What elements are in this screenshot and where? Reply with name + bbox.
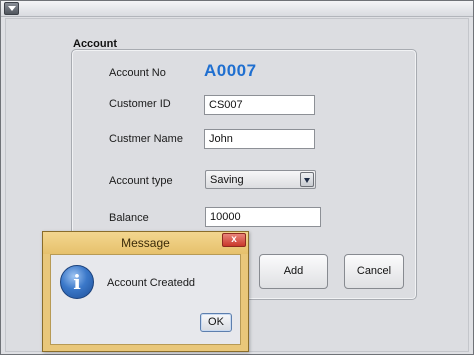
chevron-down-icon: [304, 178, 310, 183]
dialog-title: Message: [121, 236, 170, 250]
combo-arrow-button[interactable]: [300, 172, 314, 187]
account-no-label: Account No: [109, 67, 166, 79]
ok-button[interactable]: OK: [200, 313, 232, 332]
customer-name-field[interactable]: John: [204, 129, 315, 149]
close-icon[interactable]: x: [222, 233, 246, 247]
window-menu-button[interactable]: [4, 2, 19, 15]
dialog-message: Account Createdd: [107, 277, 196, 289]
balance-label: Balance: [109, 212, 149, 224]
account-type-value: Saving: [210, 174, 244, 186]
account-no-value: A0007: [204, 61, 257, 80]
account-type-label: Account type: [109, 175, 173, 187]
chevron-down-icon: [8, 6, 16, 11]
window-title-bar: [1, 1, 473, 17]
customer-name-label: Custmer Name: [109, 133, 183, 145]
info-icon: i: [60, 265, 94, 299]
account-type-select[interactable]: Saving: [205, 170, 316, 189]
dialog-title-bar[interactable]: Message x: [43, 232, 248, 254]
cancel-button[interactable]: Cancel: [344, 254, 404, 289]
balance-field[interactable]: 10000: [205, 207, 321, 227]
info-glyph: i: [73, 270, 81, 294]
customer-id-field[interactable]: CS007: [204, 95, 315, 115]
add-button[interactable]: Add: [259, 254, 328, 289]
customer-id-label: Customer ID: [109, 98, 171, 110]
